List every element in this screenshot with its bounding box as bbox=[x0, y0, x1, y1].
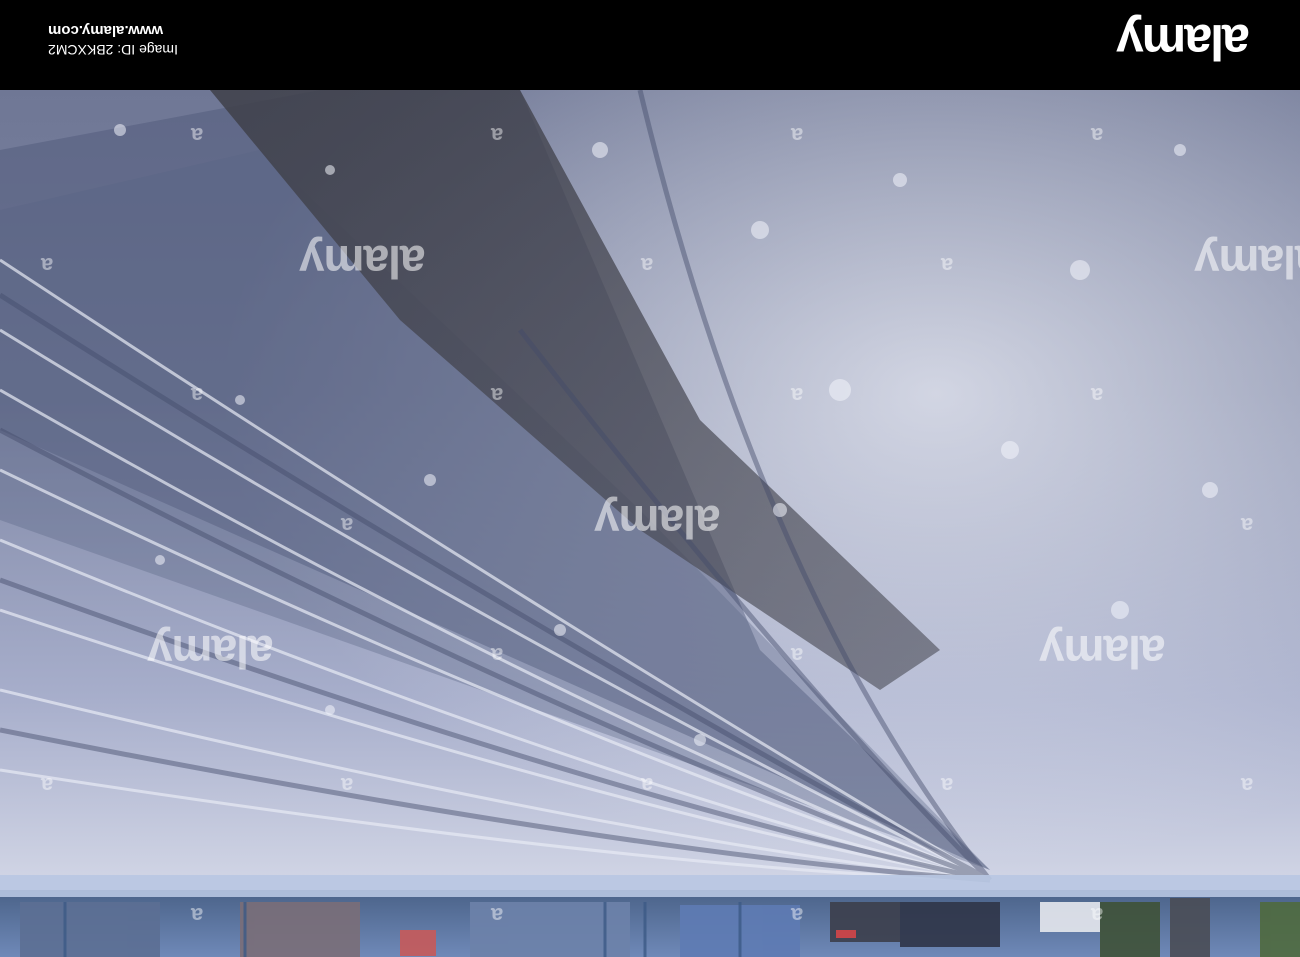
watermark-mark: a bbox=[492, 643, 504, 668]
banner-caption: Image ID: 2BKXCM2 www.alamy.com bbox=[48, 20, 178, 60]
alamy-url-text: www.alamy.com bbox=[48, 22, 164, 39]
watermark-mark: a bbox=[342, 773, 354, 798]
watermark-mark: a bbox=[42, 253, 54, 278]
watermark-logo: alamy bbox=[300, 236, 426, 288]
watermark-mark: a bbox=[342, 513, 354, 538]
watermark-logo: alamy bbox=[148, 626, 274, 678]
watermark-mark: a bbox=[1242, 773, 1254, 798]
watermark-logo: alamy bbox=[1040, 626, 1166, 678]
watermark-mark: a bbox=[642, 773, 654, 798]
watermark-mark: a bbox=[1092, 383, 1104, 408]
snowy-path-photo: alamy alamy alamy alamy alamy a a a a a … bbox=[0, 90, 1300, 957]
watermark-mark: a bbox=[1092, 123, 1104, 148]
watermark-logo: alamy bbox=[595, 496, 721, 548]
alamy-banner: Image ID: 2BKXCM2 www.alamy.com alamy bbox=[0, 0, 1300, 90]
watermark-mark: a bbox=[492, 903, 504, 928]
watermark-mark: a bbox=[792, 123, 804, 148]
watermark-mark: a bbox=[792, 903, 804, 928]
watermark-mark: a bbox=[42, 773, 54, 798]
watermark-mark: a bbox=[942, 253, 954, 278]
watermark-mark: a bbox=[1092, 903, 1104, 928]
watermark-mark: a bbox=[942, 773, 954, 798]
watermark-logo: alamy bbox=[1195, 236, 1300, 288]
watermark-mark: a bbox=[192, 383, 204, 408]
watermark-mark: a bbox=[492, 123, 504, 148]
watermark-mark: a bbox=[492, 383, 504, 408]
image-id-text: Image ID: 2BKXCM2 bbox=[48, 42, 178, 58]
watermark-mark: a bbox=[192, 123, 204, 148]
watermark-mark: a bbox=[792, 643, 804, 668]
watermark-mark: a bbox=[792, 383, 804, 408]
alamy-logo: alamy bbox=[1118, 14, 1250, 70]
watermark-mark: a bbox=[1242, 513, 1254, 538]
watermark-mark: a bbox=[192, 903, 204, 928]
watermark-mark: a bbox=[642, 253, 654, 278]
